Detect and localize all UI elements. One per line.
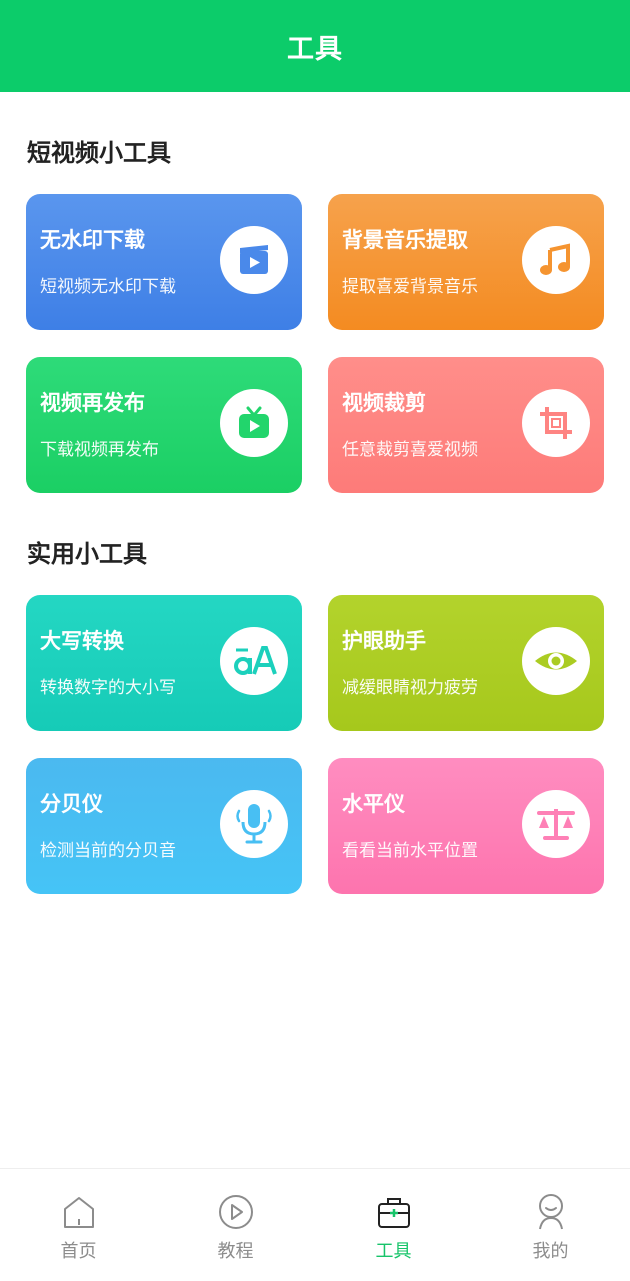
text-case-icon	[220, 627, 288, 695]
tool-card-video-repost[interactable]: 视频再发布 下载视频再发布	[26, 357, 302, 493]
toolbox-icon	[375, 1193, 413, 1231]
page-title: 工具	[287, 33, 343, 65]
music-note-icon	[522, 226, 590, 294]
balance-scale-icon	[522, 790, 590, 858]
tab-tutorial[interactable]: 教程	[157, 1169, 314, 1281]
video-clapper-icon	[220, 226, 288, 294]
app-header: 工具	[0, 0, 630, 92]
card-subtitle: 提取喜爱背景音乐	[342, 277, 478, 297]
user-icon	[532, 1193, 570, 1231]
card-subtitle: 看看当前水平位置	[342, 841, 478, 861]
card-subtitle: 下载视频再发布	[40, 440, 159, 460]
tool-card-bgm-extract[interactable]: 背景音乐提取 提取喜爱背景音乐	[328, 194, 604, 330]
tab-tools[interactable]: 工具	[315, 1169, 472, 1281]
tab-label: 工具	[375, 1241, 412, 1262]
tool-card-eye-care[interactable]: 护眼助手 减缓眼睛视力疲劳	[328, 595, 604, 731]
card-subtitle: 短视频无水印下载	[40, 277, 176, 297]
tool-card-case-convert[interactable]: 大写转换 转换数字的大小写	[26, 595, 302, 731]
card-title: 视频裁剪	[342, 391, 426, 415]
play-circle-icon	[217, 1193, 255, 1231]
card-subtitle: 减缓眼睛视力疲劳	[342, 678, 478, 698]
tool-card-level-meter[interactable]: 水平仪 看看当前水平位置	[328, 758, 604, 894]
card-title: 背景音乐提取	[342, 228, 468, 252]
tool-card-watermark-free-download[interactable]: 无水印下载 短视频无水印下载	[26, 194, 302, 330]
tab-label: 教程	[217, 1241, 254, 1262]
card-title: 大写转换	[40, 629, 124, 653]
card-title: 视频再发布	[40, 391, 145, 415]
tab-profile[interactable]: 我的	[472, 1169, 629, 1281]
section-title-utility: 实用小工具	[27, 540, 147, 568]
bottom-tab-bar: 首页 教程 工具 我的	[0, 1168, 630, 1281]
section-title-short-video: 短视频小工具	[27, 139, 171, 167]
card-title: 护眼助手	[342, 629, 426, 653]
home-icon	[60, 1193, 98, 1231]
tool-card-decibel-meter[interactable]: 分贝仪 检测当前的分贝音	[26, 758, 302, 894]
card-title: 无水印下载	[40, 228, 145, 252]
tab-home[interactable]: 首页	[0, 1169, 157, 1281]
tab-label: 首页	[60, 1241, 97, 1262]
microphone-icon	[220, 790, 288, 858]
card-title: 分贝仪	[40, 792, 103, 816]
crop-icon	[522, 389, 590, 457]
card-subtitle: 任意裁剪喜爱视频	[342, 440, 478, 460]
card-subtitle: 转换数字的大小写	[40, 678, 176, 698]
card-subtitle: 检测当前的分贝音	[40, 841, 176, 861]
tv-play-icon	[220, 389, 288, 457]
tab-label: 我的	[532, 1241, 569, 1262]
tool-card-video-crop[interactable]: 视频裁剪 任意裁剪喜爱视频	[328, 357, 604, 493]
eye-icon	[522, 627, 590, 695]
card-title: 水平仪	[342, 792, 405, 816]
